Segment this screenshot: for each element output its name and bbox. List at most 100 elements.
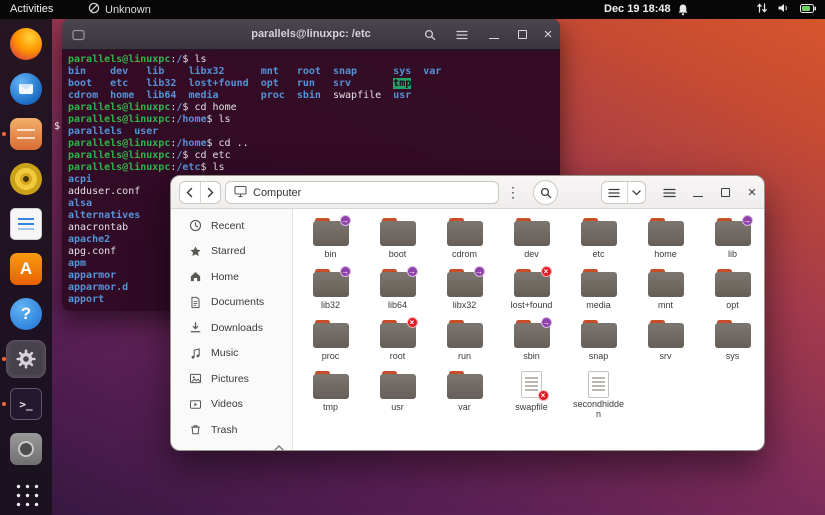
sidebar-item-trash[interactable]: Trash <box>175 417 288 443</box>
folder-icon: × <box>379 317 418 348</box>
file-item-label: swapfile <box>515 402 548 412</box>
dock-item-help[interactable] <box>7 296 45 332</box>
terminal-search-button[interactable] <box>420 19 440 50</box>
file-item[interactable]: tmp <box>297 368 364 419</box>
files-search-button[interactable] <box>533 180 558 205</box>
terminal-titlebar[interactable]: parallels@linuxpc: /etc × <box>62 19 560 50</box>
terminal-minimize-button[interactable] <box>484 19 504 50</box>
file-item[interactable]: → lib64 <box>364 266 431 317</box>
file-item-label: sys <box>725 351 740 361</box>
file-item[interactable]: var <box>431 368 498 419</box>
folder-icon <box>446 218 484 246</box>
forward-button[interactable] <box>200 182 220 203</box>
file-item[interactable]: home <box>632 215 699 266</box>
file-item[interactable]: snap <box>565 317 632 368</box>
file-item[interactable]: media <box>565 266 632 317</box>
file-item-label: boot <box>388 249 407 259</box>
dock-item-files[interactable] <box>2 116 45 152</box>
list-view-button[interactable] <box>602 182 627 203</box>
terminal-line: bin dev lib libx32 mnt root snap sys var <box>68 66 442 77</box>
file-item-label: run <box>457 351 471 361</box>
file-item[interactable]: mnt <box>632 266 699 317</box>
dock-item-grayapp[interactable] <box>7 431 45 467</box>
sidebar-item-label: iCloud <box>211 449 241 450</box>
dock-item-terminal[interactable] <box>2 386 45 422</box>
folder-body <box>714 323 751 348</box>
file-item[interactable]: sys <box>699 317 764 368</box>
file-item[interactable]: secondhidden <box>565 368 632 419</box>
file-item[interactable]: boot <box>364 215 431 266</box>
dock-item-settings[interactable] <box>2 340 46 378</box>
file-item[interactable]: dev <box>498 215 565 266</box>
sidebar-scroll-up-icon[interactable] <box>271 442 287 450</box>
files-window: Computer × Recent Starred Home Documents Dow… <box>170 175 765 451</box>
view-options-chevron-button[interactable] <box>628 182 645 203</box>
dock-item-firefox[interactable] <box>7 26 45 62</box>
file-item[interactable]: → bin <box>297 215 364 266</box>
path-bar[interactable]: Computer <box>225 181 499 204</box>
sidebar-item-starred[interactable]: Starred <box>175 239 288 265</box>
dock-item-thunderbird[interactable] <box>7 71 45 107</box>
sidebar-item-documents[interactable]: Documents <box>175 290 288 316</box>
file-item[interactable]: srv <box>632 317 699 368</box>
close-icon: × <box>543 26 553 43</box>
stray-dollar-text: $ <box>54 121 61 132</box>
dock-item-writer[interactable] <box>7 206 45 242</box>
files-minimize-button[interactable] <box>687 181 709 204</box>
symlink-emblem-icon: → <box>473 266 485 277</box>
file-item[interactable]: proc <box>297 317 364 368</box>
files-maximize-button[interactable] <box>714 181 736 204</box>
sidebar-item-downloads[interactable]: Downloads <box>175 315 288 341</box>
sidebar-item-music[interactable]: Music <box>175 341 288 367</box>
symlink-emblem-icon: → <box>406 266 418 277</box>
sidebar-item-home[interactable]: Home <box>175 264 288 290</box>
sidebar-item-recent[interactable]: Recent <box>175 213 288 239</box>
network-icon <box>756 2 768 17</box>
folder-body <box>580 272 617 297</box>
back-button[interactable] <box>180 182 200 203</box>
files-menu-button[interactable] <box>657 181 681 204</box>
dock-item-rhythmbox[interactable] <box>7 161 45 197</box>
music-note-icon <box>188 347 202 360</box>
no-access-emblem-icon: × <box>537 390 549 401</box>
sidebar-item-videos[interactable]: Videos <box>175 392 288 418</box>
system-tray[interactable] <box>756 0 817 19</box>
clock-button[interactable]: Dec 19 18:48 <box>604 0 671 19</box>
activities-button[interactable]: Activities <box>10 0 53 19</box>
file-item[interactable]: × swapfile <box>498 368 565 419</box>
folder-body <box>446 323 483 348</box>
file-item[interactable]: → libx32 <box>431 266 498 317</box>
no-access-emblem-icon: × <box>406 317 418 328</box>
file-item-label: secondhidden <box>572 399 625 419</box>
file-item-label: root <box>389 351 406 361</box>
dock-item-appgrid[interactable] <box>7 476 45 512</box>
dock-item-software[interactable] <box>7 251 45 287</box>
file-item[interactable]: cdrom <box>431 215 498 266</box>
file-item[interactable]: → lib32 <box>297 266 364 317</box>
help-icon <box>10 298 42 330</box>
terminal-maximize-button[interactable] <box>512 19 532 50</box>
file-item[interactable]: × lost+found <box>498 266 565 317</box>
file-item[interactable]: → lib <box>699 215 764 266</box>
file-item[interactable]: run <box>431 317 498 368</box>
path-options-kebab-button[interactable] <box>505 181 521 204</box>
file-item[interactable]: → sbin <box>498 317 565 368</box>
terminal-menu-button[interactable] <box>452 19 472 50</box>
file-item[interactable]: usr <box>364 368 431 419</box>
file-item[interactable]: etc <box>565 215 632 266</box>
files-close-button[interactable]: × <box>741 181 763 204</box>
files-headerbar[interactable]: Computer × <box>171 176 764 209</box>
folder-body <box>446 221 483 246</box>
file-item[interactable]: × root <box>364 317 431 368</box>
file-item[interactable]: opt <box>699 266 764 317</box>
file-item-label: media <box>586 300 611 310</box>
gray-app-icon <box>10 433 42 465</box>
battery-icon <box>800 3 817 16</box>
document-icon <box>188 296 202 309</box>
terminal-close-button[interactable]: × <box>538 19 558 50</box>
file-item-label: libx32 <box>452 300 477 310</box>
sidebar-item-pictures[interactable]: Pictures <box>175 366 288 392</box>
focused-app-indicator[interactable]: Unknown <box>88 0 151 19</box>
folder-icon <box>312 320 350 348</box>
folder-icon <box>580 320 618 348</box>
